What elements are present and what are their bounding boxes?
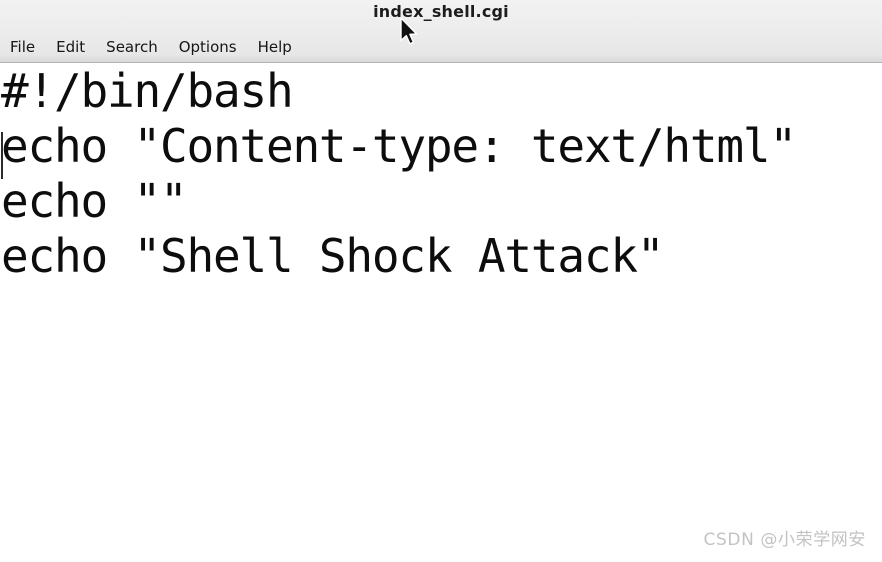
window-titlebar: index_shell.cgi File Edit Search Options…: [0, 0, 882, 63]
menu-item-options[interactable]: Options: [177, 38, 239, 56]
code-line: #!/bin/bash: [1, 64, 294, 118]
menu-item-search[interactable]: Search: [104, 38, 160, 56]
code-line: echo "Content-type: text/html": [1, 119, 797, 173]
code-line: echo "": [1, 174, 188, 228]
text-editor-window: index_shell.cgi File Edit Search Options…: [0, 0, 882, 562]
menu-item-file[interactable]: File: [8, 38, 37, 56]
code-content: #!/bin/bash echo "Content-type: text/htm…: [0, 64, 882, 284]
watermark: CSDN @小荣学网安: [703, 530, 866, 550]
window-title: index_shell.cgi: [373, 2, 509, 21]
editor-text-area[interactable]: #!/bin/bash echo "Content-type: text/htm…: [0, 64, 882, 562]
menu-item-edit[interactable]: Edit: [54, 38, 87, 56]
menubar: File Edit Search Options Help: [8, 38, 294, 56]
menu-item-help[interactable]: Help: [256, 38, 294, 56]
code-line: echo "Shell Shock Attack": [1, 229, 665, 283]
